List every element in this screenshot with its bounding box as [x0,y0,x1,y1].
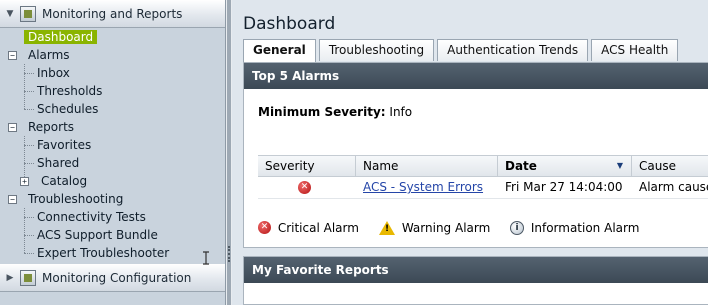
tree-connector [24,109,34,110]
pane-splitter[interactable] [227,0,231,305]
tree-item-favorites[interactable]: Favorites [37,136,91,154]
top-alarms-panel: Top 5 Alarms Minimum Severity: Info Seve… [243,62,708,248]
tab-general[interactable]: General [243,39,316,62]
drawer-monitoring-reports[interactable]: ▼ Monitoring and Reports [0,0,225,28]
tree-connector [24,145,34,146]
tree-item-label: Reports [28,120,75,134]
legend-warning: ! Warning Alarm [379,220,490,235]
tree-item-thresholds[interactable]: Thresholds [37,82,102,100]
legend-critical: ✕ Critical Alarm [258,220,359,235]
tree-connector [24,253,34,254]
left-navigation: ▼ Monitoring and Reports Dashboard − Ala… [0,0,226,305]
main-content: Dashboard General Troubleshooting Authen… [232,0,708,305]
tree-item-catalog[interactable]: Catalog [41,172,87,190]
minimum-severity: Minimum Severity: Info [258,105,412,119]
splitter-grip-icon[interactable] [228,246,230,262]
tab-bar: General Troubleshooting Authentication T… [243,39,681,62]
tab-troubleshooting[interactable]: Troubleshooting [318,39,435,61]
table-row[interactable]: ✕ ACS - System Errors Fri Mar 27 14:04:0… [258,177,708,199]
alarms-table: Severity Name Date ▼ Cause ✕ ACS - Syste… [258,155,708,199]
tree-connector [24,136,25,181]
tree-item-label: Inbox [37,66,70,80]
tree-item-alarms[interactable]: Alarms [28,46,70,64]
sort-descending-icon[interactable]: ▼ [617,156,623,176]
tree-connector [24,73,34,74]
tree-item-connectivity-tests[interactable]: Connectivity Tests [37,208,146,226]
tree-item-label: Dashboard [24,30,98,44]
column-cause[interactable]: Cause [632,156,708,176]
tree-item-reports[interactable]: Reports [28,118,74,136]
tree-connector [24,163,34,164]
date-cell: Fri Mar 27 14:04:00 [505,180,623,194]
column-severity[interactable]: Severity [258,156,356,176]
legend-label: Critical Alarm [277,220,359,235]
chevron-right-icon[interactable]: ▶ [0,273,20,283]
legend-label: Warning Alarm [401,220,491,235]
drawer-monitoring-configuration[interactable]: ▶ Monitoring Configuration [0,264,225,292]
tree-connector [24,64,25,109]
favorite-reports-panel: My Favorite Reports [243,256,708,305]
panel-title: Top 5 Alarms [244,63,708,89]
monitoring-reports-icon [20,5,36,22]
tree-item-label: ACS Support Bundle [37,228,158,242]
tree-item-label: Alarms [28,48,70,62]
tree-item-acs-support-bundle[interactable]: ACS Support Bundle [37,226,158,244]
tree-item-label: Troubleshooting [28,192,124,206]
tree-item-label: Schedules [37,102,99,116]
column-date[interactable]: Date ▼ [498,156,632,176]
tree-item-expert-troubleshooter[interactable]: Expert Troubleshooter [37,244,169,262]
warning-alarm-icon: ! [379,220,395,235]
information-alarm-icon: i [510,220,524,235]
tree-item-label: Catalog [41,174,88,188]
tree-item-label: Expert Troubleshooter [37,246,170,260]
tree-item-troubleshooting[interactable]: Troubleshooting [28,190,123,208]
expand-catalog-icon[interactable]: + [20,177,29,186]
collapse-alarms-icon[interactable]: − [8,51,17,60]
chevron-down-icon[interactable]: ▼ [0,9,20,19]
tree-item-shared[interactable]: Shared [37,154,79,172]
tree-item-label: Connectivity Tests [37,210,146,224]
name-cell: ACS - System Errors [356,177,498,198]
tree-item-schedules[interactable]: Schedules [37,100,98,118]
tree-connector [24,91,34,92]
page-title: Dashboard [243,14,336,34]
tree-connector [24,217,34,218]
column-date-label: Date [505,159,537,173]
drawer-title: Monitoring Configuration [42,270,192,285]
legend-label: Information Alarm [530,220,640,235]
panel-title: My Favorite Reports [244,257,708,283]
legend-information: i Information Alarm [510,220,639,235]
monitoring-configuration-icon [20,269,36,286]
collapse-troubleshooting-icon[interactable]: − [8,195,17,204]
tree-item-dashboard[interactable]: Dashboard [24,28,98,46]
tree-item-label: Favorites [37,138,92,152]
tab-acs-health[interactable]: ACS Health [591,39,679,61]
severity-cell: ✕ [258,177,356,198]
tree-item-label: Thresholds [37,84,103,98]
alarm-name-link[interactable]: ACS - System Errors [363,180,483,194]
tree-connector [24,208,25,253]
tree-item-label: Shared [37,156,80,170]
table-header: Severity Name Date ▼ Cause [258,156,708,177]
minimum-severity-label: Minimum Severity: [258,105,386,119]
tree-item-inbox[interactable]: Inbox [37,64,70,82]
critical-alarm-icon: ✕ [298,181,311,194]
collapse-reports-icon[interactable]: − [8,123,17,132]
text-cursor-icon [203,251,209,265]
drawer-title: Monitoring and Reports [42,6,183,21]
cause-cell: Alarm cause [639,180,708,194]
tree-connector [24,235,34,236]
column-name[interactable]: Name [356,156,498,176]
critical-alarm-icon: ✕ [258,221,271,234]
tab-authentication-trends[interactable]: Authentication Trends [437,39,589,61]
minimum-severity-value: Info [389,105,413,119]
